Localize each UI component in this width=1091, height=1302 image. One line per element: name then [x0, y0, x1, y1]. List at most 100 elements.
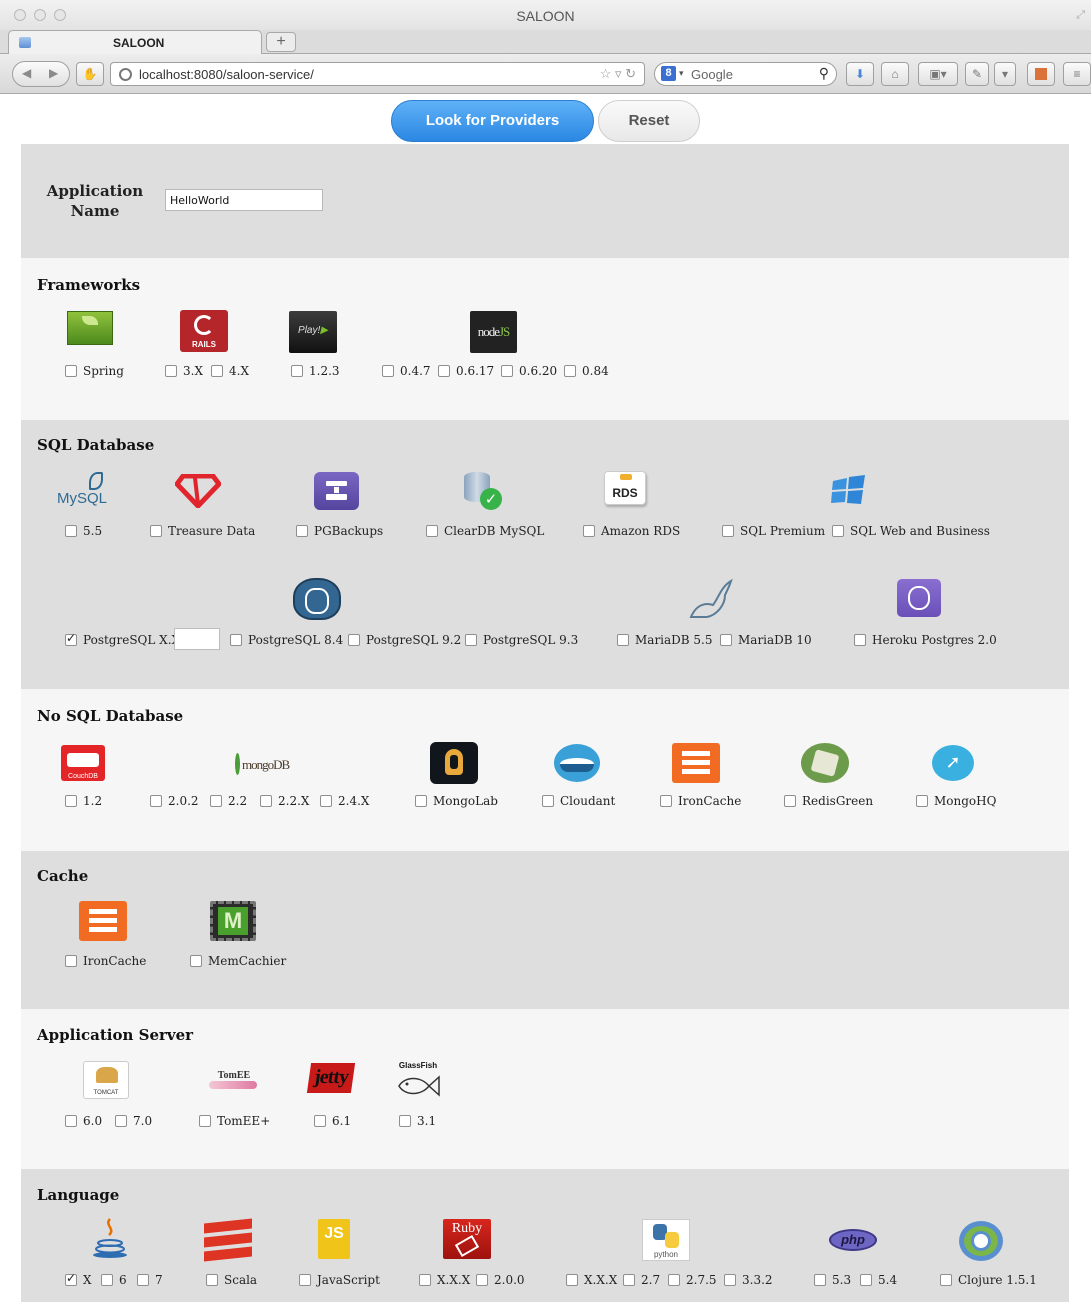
checkbox[interactable]	[115, 1115, 127, 1127]
reset-button[interactable]: Reset	[598, 100, 700, 142]
fullscreen-icon[interactable]: ⤢	[1076, 9, 1085, 22]
option-amazon-rds[interactable]: Amazon RDS	[583, 524, 680, 540]
option-node-0617[interactable]: 0.6.17	[438, 364, 494, 380]
option-mongodb-202[interactable]: 2.0.2	[150, 794, 199, 810]
checkbox[interactable]	[150, 795, 162, 807]
checkbox[interactable]	[623, 1274, 635, 1286]
checkbox[interactable]	[101, 1274, 113, 1286]
extension-button[interactable]	[1027, 62, 1055, 86]
checkbox[interactable]	[415, 795, 427, 807]
new-tab-button[interactable]: +	[266, 32, 296, 52]
checkbox[interactable]	[210, 795, 222, 807]
option-php-53[interactable]: 5.3	[814, 1273, 851, 1289]
checkbox[interactable]	[617, 634, 629, 646]
option-mongodb-22[interactable]: 2.2	[210, 794, 247, 810]
checkbox[interactable]	[314, 1115, 326, 1127]
url-bar[interactable]: localhost:8080/saloon-service/ ☆ ▿ ↻	[110, 62, 645, 86]
checkbox[interactable]	[296, 525, 308, 537]
checkbox[interactable]	[65, 365, 77, 377]
checkbox[interactable]	[65, 795, 77, 807]
forward-arrow-icon[interactable]: ▶	[49, 66, 58, 80]
option-pgbackups[interactable]: PGBackups	[296, 524, 383, 540]
option-glassfish-31[interactable]: 3.1	[399, 1114, 436, 1130]
checkbox[interactable]	[784, 795, 796, 807]
option-heroku-postgres[interactable]: Heroku Postgres 2.0	[854, 633, 997, 649]
checkbox[interactable]	[476, 1274, 488, 1286]
option-ruby-200[interactable]: 2.0.0	[476, 1273, 525, 1289]
checkbox[interactable]	[916, 795, 928, 807]
search-bar[interactable]: 8 ▾ Google ⚲	[654, 62, 837, 86]
search-engine-icon[interactable]: 8	[661, 66, 676, 81]
checkbox-checked[interactable]	[65, 631, 77, 646]
option-tomcat-70[interactable]: 7.0	[115, 1114, 152, 1130]
option-redisgreen[interactable]: RedisGreen	[784, 794, 873, 810]
option-cleardb-mysql[interactable]: ClearDB MySQL	[426, 524, 544, 540]
option-mariadb-10[interactable]: MariaDB 10	[720, 633, 812, 649]
checkbox[interactable]	[832, 525, 844, 537]
checkbox[interactable]	[320, 795, 332, 807]
option-mongolab[interactable]: MongoLab	[415, 794, 498, 810]
search-input[interactable]: Google	[691, 67, 733, 82]
option-node-084[interactable]: 0.84	[564, 364, 609, 380]
option-clojure-151[interactable]: Clojure 1.5.1	[940, 1273, 1037, 1289]
option-mongohq[interactable]: MongoHQ	[916, 794, 996, 810]
checkbox[interactable]	[814, 1274, 826, 1286]
option-scala[interactable]: Scala	[206, 1273, 257, 1289]
option-postgresql-92[interactable]: PostgreSQL 9.2	[348, 633, 461, 649]
bookmark-star-icon[interactable]: ☆ ▿ ↻	[600, 66, 636, 82]
checkbox[interactable]	[720, 634, 732, 646]
option-java-7[interactable]: 7	[137, 1273, 163, 1289]
tab-saloon[interactable]: SALOON	[8, 30, 262, 54]
checkbox[interactable]	[399, 1115, 411, 1127]
checkbox[interactable]	[230, 634, 242, 646]
checkbox[interactable]	[668, 1274, 680, 1286]
checkbox[interactable]	[542, 795, 554, 807]
permissions-button[interactable]: ✋	[76, 62, 104, 86]
option-rails-4x[interactable]: 4.X	[211, 364, 249, 380]
option-mongodb-24x[interactable]: 2.4.X	[320, 794, 369, 810]
option-ironcache[interactable]: IronCache	[65, 954, 146, 970]
option-mysql-55[interactable]: 5.5	[65, 524, 102, 540]
option-java-x[interactable]: X	[65, 1271, 92, 1289]
back-forward-buttons[interactable]: ◀ ▶	[12, 61, 70, 87]
checkbox[interactable]	[465, 634, 477, 646]
checkbox[interactable]	[940, 1274, 952, 1286]
checkbox[interactable]	[137, 1274, 149, 1286]
checkbox[interactable]	[566, 1274, 578, 1286]
option-ironcache-nosql[interactable]: IronCache	[660, 794, 741, 810]
option-python-27[interactable]: 2.7	[623, 1273, 660, 1289]
checkbox[interactable]	[722, 525, 734, 537]
checkbox[interactable]	[564, 365, 576, 377]
checkbox[interactable]	[260, 795, 272, 807]
option-play-123[interactable]: 1.2.3	[291, 364, 340, 380]
option-cloudant[interactable]: Cloudant	[542, 794, 615, 810]
option-sql-premium[interactable]: SQL Premium	[722, 524, 825, 540]
option-memcachier[interactable]: MemCachier	[190, 954, 286, 970]
checkbox[interactable]	[438, 365, 450, 377]
option-ruby-xxx[interactable]: X.X.X	[419, 1273, 470, 1289]
option-tomee-plus[interactable]: TomEE+	[199, 1114, 270, 1130]
option-node-047[interactable]: 0.4.7	[382, 364, 431, 380]
option-postgresql-93[interactable]: PostgreSQL 9.3	[465, 633, 578, 649]
option-rails-3x[interactable]: 3.X	[165, 364, 203, 380]
option-java-6[interactable]: 6	[101, 1273, 127, 1289]
option-sql-web-business[interactable]: SQL Web and Business	[832, 524, 990, 540]
checkbox[interactable]	[348, 634, 360, 646]
checkbox[interactable]	[419, 1274, 431, 1286]
checkbox[interactable]	[65, 955, 77, 967]
option-python-332[interactable]: 3.3.2	[724, 1273, 773, 1289]
option-tomcat-60[interactable]: 6.0	[65, 1114, 102, 1130]
checkbox[interactable]	[660, 795, 672, 807]
look-for-providers-button[interactable]: Look for Providers	[391, 100, 594, 142]
back-arrow-icon[interactable]: ◀	[22, 66, 31, 80]
checkbox[interactable]	[199, 1115, 211, 1127]
option-spring[interactable]: Spring	[65, 364, 124, 380]
option-couchdb-12[interactable]: 1.2	[65, 794, 102, 810]
home-button[interactable]: ⌂	[881, 62, 909, 86]
application-name-input[interactable]	[165, 189, 323, 211]
addon-dropdown-button[interactable]: ▾	[994, 62, 1016, 86]
search-icon[interactable]: ⚲	[819, 65, 829, 82]
checkbox[interactable]	[65, 1115, 77, 1127]
checkbox[interactable]	[860, 1274, 872, 1286]
addon-button[interactable]: ✎	[965, 62, 989, 86]
